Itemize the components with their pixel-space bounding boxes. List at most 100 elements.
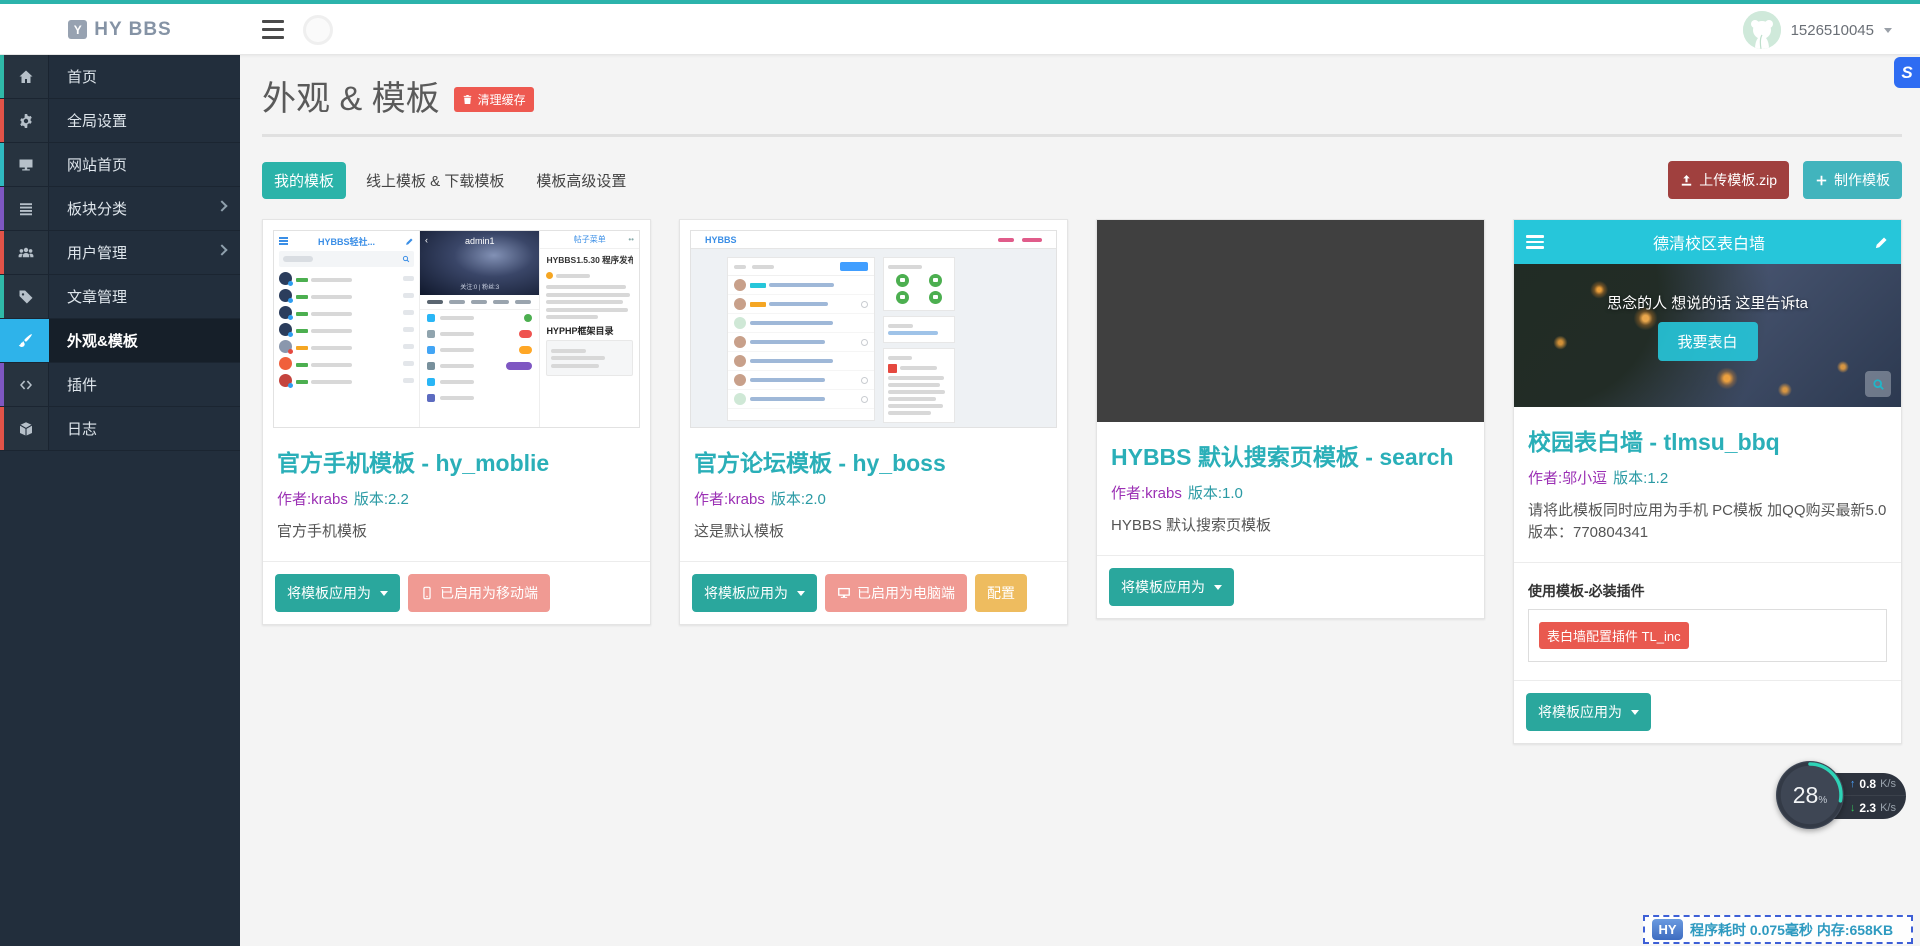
brand[interactable]: Y HY BBS [0, 4, 240, 55]
username: 1526510045 [1791, 22, 1874, 39]
template-meta: 作者:krabs版本:2.2 [277, 488, 636, 509]
thumb-menu-icon [279, 236, 288, 247]
required-plugins-label: 使用模板-必装插件 [1528, 581, 1887, 601]
monitor-icon [4, 143, 49, 186]
perf-status-text: 程序耗时 0.075毫秒 内存:658KB [1690, 920, 1893, 940]
avatar-placeholder [303, 15, 333, 45]
template-title[interactable]: HYBBS 默认搜索页模板 - search [1111, 438, 1470, 472]
template-card-tlmsu-bbq: 德清校区表白墙 思念的人 想说的话 这里告诉ta 我要表白 校园表白墙 - tl… [1513, 219, 1902, 744]
header-divider [262, 134, 1902, 137]
template-meta: 作者:krabs版本:2.0 [694, 488, 1053, 509]
pencil-icon [1874, 235, 1889, 250]
sidebar-item-code[interactable]: 插件 [0, 363, 240, 407]
sidebar: 首页全局设置网站首页板块分类用户管理文章管理外观&模板插件日志 [0, 55, 240, 946]
phone-icon [420, 586, 434, 600]
template-cards: HYBBS轻社... ‹ admin1 [262, 219, 1902, 744]
template-thumbnail[interactable]: HYBBS轻社... ‹ admin1 [273, 230, 640, 428]
code-icon [4, 363, 49, 406]
sidebar-item-gear[interactable]: 全局设置 [0, 99, 240, 143]
arrow-up-icon: ↑ [1850, 778, 1856, 790]
sidebar-item-cube[interactable]: 日志 [0, 407, 240, 451]
sidebar-item-users[interactable]: 用户管理 [0, 231, 240, 275]
sidebar-item-home[interactable]: 首页 [0, 55, 240, 99]
sidebar-item-label: 插件 [49, 363, 240, 406]
plugin-badge[interactable]: 表白墙配置插件 TL_inc [1539, 622, 1689, 649]
tag-icon [4, 275, 49, 318]
sidebar-item-label: 全局设置 [49, 99, 240, 142]
template-meta: 作者:邬小逗版本:1.2 [1528, 467, 1887, 488]
sidebar-item-label: 网站首页 [49, 143, 240, 186]
sidebar-item-label: 外观&模板 [49, 319, 240, 362]
gear-icon [4, 99, 49, 142]
enabled-mobile-badge[interactable]: 已启用为移动端 [408, 574, 550, 612]
user-avatar [1743, 11, 1781, 49]
create-template-button[interactable]: 制作模板 [1803, 161, 1902, 199]
chevron-down-icon [1884, 28, 1892, 33]
template-title[interactable]: 校园表白墙 - tlmsu_bbq [1528, 423, 1887, 457]
sidebar-item-monitor[interactable]: 网站首页 [0, 143, 240, 187]
caret-down-icon [1214, 585, 1222, 590]
apply-template-button[interactable]: 将模板应用为 [692, 574, 817, 612]
topbar: Y HY BBS 1526510045 [0, 4, 1920, 55]
menu-toggle-icon[interactable] [262, 20, 284, 39]
brush-icon [0, 319, 49, 362]
template-meta: 作者:krabs版本:1.0 [1111, 482, 1470, 503]
search-button[interactable] [1865, 371, 1891, 397]
sidebar-item-tag[interactable]: 文章管理 [0, 275, 240, 319]
monitor-icon [837, 586, 851, 600]
extension-s-button[interactable]: S [1894, 57, 1920, 88]
cube-icon [4, 407, 49, 450]
template-title[interactable]: 官方论坛模板 - hy_boss [694, 444, 1053, 478]
clear-cache-button[interactable]: 清理缓存 [454, 87, 534, 112]
tab-my-templates[interactable]: 我的模板 [262, 162, 346, 199]
confess-button[interactable]: 我要表白 [1657, 322, 1757, 361]
upload-template-button[interactable]: 上传模板.zip [1668, 161, 1789, 199]
apply-template-button[interactable]: 将模板应用为 [275, 574, 400, 612]
cpu-percent-circle[interactable]: 28% [1776, 761, 1844, 829]
apply-template-button[interactable]: 将模板应用为 [1526, 693, 1651, 731]
thumb-menu-icon [1526, 232, 1544, 252]
sidebar-item-label: 日志 [49, 407, 240, 450]
search-icon [402, 255, 410, 263]
page-title: 外观 & 模板 [262, 71, 440, 120]
top-accent-bar [0, 0, 1920, 4]
sidebar-item-list[interactable]: 板块分类 [0, 187, 240, 231]
caret-down-icon [1631, 710, 1639, 715]
speed-monitor-widget[interactable]: ↑ 0.8K/s ↓ 2.3K/s 28% [1776, 761, 1906, 831]
user-menu[interactable]: 1526510045 [1743, 10, 1892, 50]
brand-logo-icon: Y [68, 20, 87, 39]
template-thumbnail[interactable] [1097, 220, 1484, 422]
template-description: 这是默认模板 [694, 521, 1053, 543]
main-content: 外观 & 模板 清理缓存 我的模板 线上模板 & 下载模板 模板高级设置 上传模… [240, 55, 1920, 946]
template-description: 官方手机模板 [277, 521, 636, 543]
template-title[interactable]: 官方手机模板 - hy_moblie [277, 444, 636, 478]
apply-template-button[interactable]: 将模板应用为 [1109, 568, 1234, 606]
sidebar-item-label: 板块分类 [49, 187, 240, 230]
pencil-icon [405, 237, 414, 246]
template-card-search: HYBBS 默认搜索页模板 - search 作者:krabs版本:1.0 HY… [1096, 219, 1485, 619]
caret-down-icon [380, 591, 388, 596]
tab-online-templates[interactable]: 线上模板 & 下载模板 [354, 162, 516, 199]
users-icon [4, 231, 49, 274]
trash-icon [462, 94, 473, 105]
upload-icon [1680, 174, 1693, 187]
template-thumbnail[interactable]: 德清校区表白墙 思念的人 想说的话 这里告诉ta 我要表白 [1514, 220, 1901, 407]
sidebar-item-label: 首页 [49, 55, 240, 98]
template-description: 请将此模板同时应用为手机 PC模板 加QQ购买最新5.0版本：770804341 [1528, 500, 1887, 544]
search-icon [1872, 378, 1885, 391]
sidebar-item-brush[interactable]: 外观&模板 [0, 319, 240, 363]
enabled-desktop-badge[interactable]: 已启用为电脑端 [825, 574, 967, 612]
arrow-down-icon: ↓ [1850, 802, 1856, 814]
config-button[interactable]: 配置 [975, 574, 1027, 612]
caret-down-icon [797, 591, 805, 596]
tab-bar: 我的模板 线上模板 & 下载模板 模板高级设置 [262, 162, 638, 199]
template-thumbnail[interactable]: HYBBS [690, 230, 1057, 428]
template-card-hy-moblie: HYBBS轻社... ‹ admin1 [262, 219, 651, 625]
plus-icon [1815, 174, 1828, 187]
hy-logo-badge: HY [1652, 919, 1683, 940]
sidebar-item-label: 用户管理 [49, 231, 240, 274]
app-root: Y HY BBS 1526510045 首页全局设置网站首页板块分类用户管理文章… [0, 0, 1920, 946]
tab-advanced-settings[interactable]: 模板高级设置 [524, 162, 638, 199]
template-description: HYBBS 默认搜索页模板 [1111, 515, 1470, 537]
list-icon [4, 187, 49, 230]
